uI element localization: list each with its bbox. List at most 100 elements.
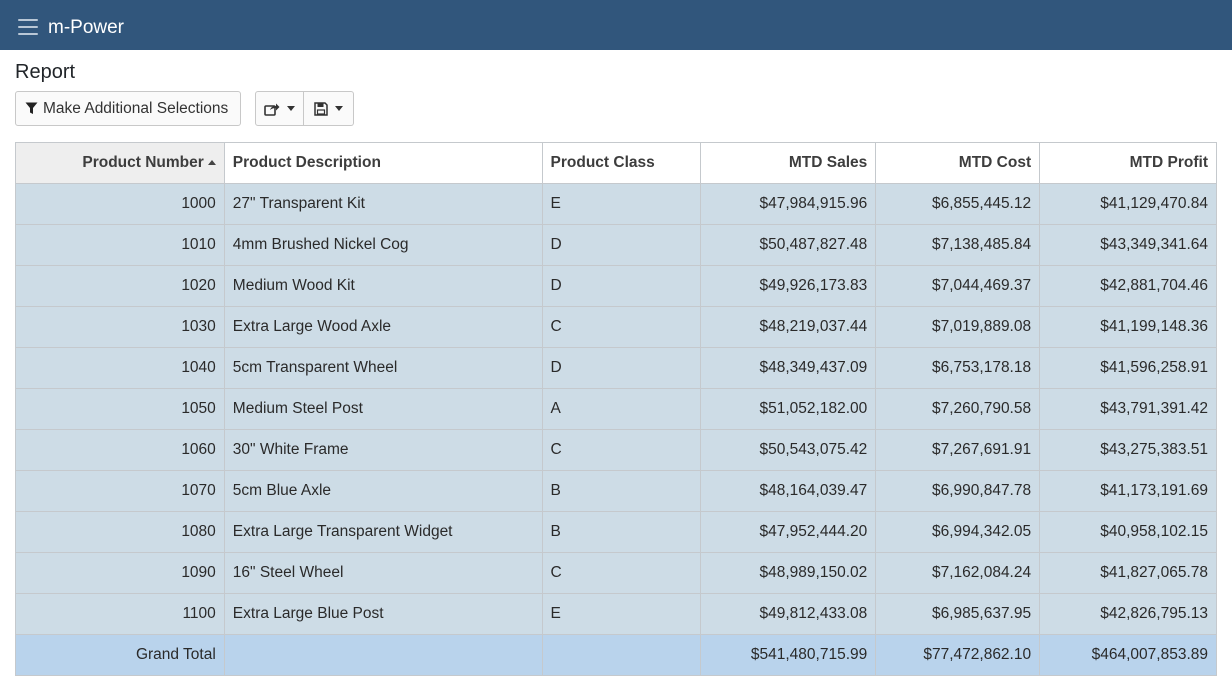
mtd-cost-cell: $6,994,342.05 [875,511,1041,553]
mtd-sales-cell: $49,926,173.83 [700,265,877,307]
table-header-row: Product Number Product Description Produ… [15,142,1217,184]
mtd-sales-cell: $48,164,039.47 [700,470,877,512]
table-row: 1020 Medium Wood Kit D $49,926,173.83 $7,044… [15,265,1217,307]
product-class-cell: C [541,552,702,594]
chevron-down-icon [335,106,343,111]
mtd-cost-cell: $7,019,889.08 [875,306,1041,348]
table-body: 1000 27" Transparent Kit E $47,984,915.96 $6… [15,183,1217,635]
mtd-profit-cell: $41,129,470.84 [1039,183,1217,225]
mtd-sales-cell: $48,989,150.02 [700,552,877,594]
mtd-cost-cell: $6,753,178.18 [875,347,1041,389]
product-number-cell[interactable]: 1050 [15,388,225,430]
product-description-cell: 30" White Frame [223,429,543,471]
product-number-cell[interactable]: 1000 [15,183,225,225]
product-description-cell: 5cm Transparent Wheel [223,347,543,389]
column-header-product-class[interactable]: Product Class [541,142,702,184]
table-row: 1000 27" Transparent Kit E $47,984,915.96 $6… [15,183,1217,225]
product-class-cell: B [541,511,702,553]
chevron-down-icon [287,106,295,111]
product-description-cell: Medium Wood Kit [223,265,543,307]
top-navbar: m-Power [0,0,1232,50]
table-row: 1070 5cm Blue Axle B $48,164,039.47 $6,990,8… [15,470,1217,512]
column-header-mtd-cost[interactable]: MTD Cost [875,142,1041,184]
mtd-profit-cell: $40,958,102.15 [1039,511,1217,553]
product-description-cell: 16" Steel Wheel [223,552,543,594]
table-row: 1030 Extra Large Wood Axle C $48,219,037.44… [15,306,1217,348]
table-row: 1050 Medium Steel Post A $51,052,182.00 $7,2… [15,388,1217,430]
mtd-cost-cell: $7,162,084.24 [875,552,1041,594]
make-selections-button[interactable]: Make Additional Selections [15,91,241,126]
mtd-sales-cell: $50,487,827.48 [700,224,877,266]
product-class-cell: A [541,388,702,430]
mtd-profit-cell: $42,826,795.13 [1039,593,1217,635]
product-description-cell: 27" Transparent Kit [223,183,543,225]
mtd-sales-cell: $47,952,444.20 [700,511,877,553]
product-description-cell: Extra Large Blue Post [223,593,543,635]
product-number-cell[interactable]: 1020 [15,265,225,307]
product-class-cell: C [541,306,702,348]
share-icon [264,103,280,116]
mtd-cost-cell: $6,855,445.12 [875,183,1041,225]
column-header-product-number[interactable]: Product Number [15,142,225,184]
grand-total-cost: $77,472,862.10 [875,634,1041,676]
mtd-cost-cell: $7,260,790.58 [875,388,1041,430]
mtd-profit-cell: $43,275,383.51 [1039,429,1217,471]
mtd-profit-cell: $41,199,148.36 [1039,306,1217,348]
save-dropdown-button[interactable] [304,91,354,126]
grand-total-label: Grand Total [15,634,225,676]
product-description-cell: Medium Steel Post [223,388,543,430]
product-class-cell: C [541,429,702,471]
table-row: 1060 30" White Frame C $50,543,075.42 $7,267… [15,429,1217,471]
mtd-profit-cell: $41,827,065.78 [1039,552,1217,594]
mtd-sales-cell: $48,219,037.44 [700,306,877,348]
product-description-cell: Extra Large Transparent Widget [223,511,543,553]
grand-total-empty-cell [541,634,702,676]
product-number-cell[interactable]: 1090 [15,552,225,594]
export-save-button-group [255,91,354,126]
column-header-product-description[interactable]: Product Description [223,142,543,184]
product-number-cell[interactable]: 1030 [15,306,225,348]
make-selections-label: Make Additional Selections [43,99,229,117]
product-number-cell[interactable]: 1010 [15,224,225,266]
product-description-cell: 5cm Blue Axle [223,470,543,512]
product-class-cell: E [541,593,702,635]
table-row: 1080 Extra Large Transparent Widget B $47,9… [15,511,1217,553]
mtd-sales-cell: $49,812,433.08 [700,593,877,635]
column-header-mtd-sales[interactable]: MTD Sales [700,142,877,184]
product-number-cell[interactable]: 1080 [15,511,225,553]
hamburger-menu-icon[interactable] [18,19,38,35]
filter-icon [25,102,38,114]
product-number-cell[interactable]: 1040 [15,347,225,389]
mtd-sales-cell: $50,543,075.42 [700,429,877,471]
product-number-cell[interactable]: 1060 [15,429,225,471]
report-table: Product Number Product Description Produ… [15,142,1217,676]
mtd-sales-cell: $51,052,182.00 [700,388,877,430]
product-class-cell: D [541,347,702,389]
mtd-cost-cell: $7,138,485.84 [875,224,1041,266]
column-header-mtd-profit[interactable]: MTD Profit [1039,142,1217,184]
product-description-cell: 4mm Brushed Nickel Cog [223,224,543,266]
column-header-label: Product Number [82,154,204,171]
page-title: Report [15,61,76,83]
save-icon [314,101,328,116]
mtd-profit-cell: $43,791,391.42 [1039,388,1217,430]
product-class-cell: D [541,265,702,307]
table-row: 1090 16" Steel Wheel C $48,989,150.02 $7,162… [15,552,1217,594]
sort-ascending-icon [207,160,216,165]
share-dropdown-button[interactable] [255,91,304,126]
mtd-profit-cell: $43,349,341.64 [1039,224,1217,266]
product-class-cell: B [541,470,702,512]
mtd-cost-cell: $7,044,469.37 [875,265,1041,307]
product-class-cell: D [541,224,702,266]
table-row: 1010 4mm Brushed Nickel Cog D $50,487,827.4… [15,224,1217,266]
product-number-cell[interactable]: 1070 [15,470,225,512]
mtd-cost-cell: $6,985,637.95 [875,593,1041,635]
mtd-profit-cell: $42,881,704.46 [1039,265,1217,307]
mtd-sales-cell: $47,984,915.96 [700,183,877,225]
grand-total-profit: $464,007,853.89 [1039,634,1217,676]
app-brand[interactable]: m-Power [48,17,124,39]
product-number-cell[interactable]: 1100 [15,593,225,635]
grand-total-row: Grand Total $541,480,715.99 $77,472,862.… [15,634,1217,676]
product-class-cell: E [541,183,702,225]
mtd-profit-cell: $41,596,258.91 [1039,347,1217,389]
